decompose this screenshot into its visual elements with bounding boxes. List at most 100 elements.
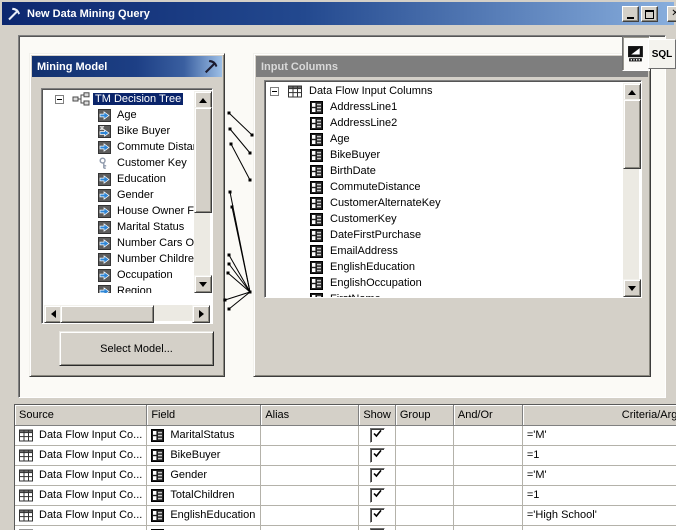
- mining-model-vertical-scrollbar[interactable]: [194, 91, 212, 293]
- criteria-cell[interactable]: [522, 525, 676, 530]
- alias-cell[interactable]: [260, 425, 360, 446]
- alias-cell[interactable]: [260, 485, 360, 506]
- and-or-cell[interactable]: [453, 425, 523, 446]
- mining-model-tree-item[interactable]: Bike Buyer: [44, 123, 196, 139]
- grid-column-header-group[interactable]: Group: [395, 405, 454, 426]
- criteria-cell[interactable]: ='M': [522, 425, 676, 446]
- input-column-item[interactable]: EnglishOccupation: [267, 275, 625, 291]
- input-columns-root-item[interactable]: Data Flow Input Columns: [267, 83, 625, 99]
- expand-toggle[interactable]: [55, 94, 64, 104]
- show-checkbox[interactable]: [369, 447, 385, 463]
- source-cell[interactable]: Data Flow Input Co...: [15, 465, 148, 486]
- input-column-item[interactable]: BirthDate: [267, 163, 625, 179]
- scroll-down-button[interactable]: [623, 279, 641, 297]
- criteria-cell[interactable]: ='High School': [522, 505, 676, 526]
- scroll-right-button[interactable]: [192, 305, 210, 323]
- expand-toggle[interactable]: [270, 86, 279, 96]
- group-cell[interactable]: [395, 505, 454, 526]
- scrollbar-thumb[interactable]: [623, 99, 641, 169]
- input-column-item[interactable]: EnglishEducation: [267, 259, 625, 275]
- scroll-down-button[interactable]: [194, 275, 212, 293]
- input-column-item[interactable]: BikeBuyer: [267, 147, 625, 163]
- group-cell[interactable]: [395, 525, 454, 530]
- mining-model-tree-item[interactable]: Education: [44, 171, 196, 187]
- show-cell[interactable]: [358, 525, 396, 530]
- input-column-item[interactable]: FirstName: [267, 291, 625, 297]
- input-column-item[interactable]: AddressLine1: [267, 99, 625, 115]
- criteria-cell[interactable]: =1: [522, 445, 676, 466]
- alias-cell[interactable]: [260, 505, 360, 526]
- grid-column-header-alias[interactable]: Alias: [260, 405, 360, 426]
- mining-model-tree-item[interactable]: Age: [44, 107, 196, 123]
- input-columns-vertical-scrollbar[interactable]: [623, 83, 641, 297]
- source-cell[interactable]: Data Flow Input Co...: [15, 425, 148, 446]
- minimize-button[interactable]: [622, 6, 639, 22]
- alias-cell[interactable]: [260, 525, 360, 530]
- scrollbar-thumb[interactable]: [194, 107, 212, 213]
- grid-column-header-criteria-argument[interactable]: Criteria/Argument: [522, 405, 676, 426]
- mining-model-tree-item[interactable]: Marital Status: [44, 219, 196, 235]
- mining-model-tree-item[interactable]: Gender: [44, 187, 196, 203]
- show-cell[interactable]: [358, 485, 396, 506]
- grid-column-header-field[interactable]: Field: [146, 405, 262, 426]
- and-or-cell[interactable]: [453, 445, 523, 466]
- field-cell[interactable]: BikeBuyer: [146, 445, 262, 466]
- field-cell[interactable]: TotalChildren: [146, 485, 262, 506]
- alias-cell[interactable]: [260, 445, 360, 466]
- input-column-item[interactable]: CommuteDistance: [267, 179, 625, 195]
- field-cell[interactable]: Gender: [146, 465, 262, 486]
- and-or-cell[interactable]: [453, 505, 523, 526]
- input-column-item[interactable]: AddressLine2: [267, 115, 625, 131]
- mining-model-tree-item[interactable]: House Owner Flag: [44, 203, 196, 219]
- input-column-item[interactable]: Age: [267, 131, 625, 147]
- show-cell[interactable]: [358, 445, 396, 466]
- design-view-button[interactable]: [622, 36, 650, 71]
- scrollbar-thumb[interactable]: [60, 305, 154, 323]
- show-cell[interactable]: [358, 425, 396, 446]
- show-checkbox[interactable]: [369, 467, 385, 483]
- group-cell[interactable]: [395, 465, 454, 486]
- show-checkbox[interactable]: [369, 487, 385, 503]
- grid-column-header-show[interactable]: Show: [358, 405, 396, 426]
- mining-model-tree-item[interactable]: Number Cars Owned: [44, 235, 196, 251]
- group-cell[interactable]: [395, 425, 454, 446]
- mining-model-tree-item[interactable]: Number Children: [44, 251, 196, 267]
- close-button[interactable]: ✕: [667, 6, 676, 22]
- criteria-cell[interactable]: ='M': [522, 465, 676, 486]
- and-or-cell[interactable]: [453, 485, 523, 506]
- mining-model-panel-header[interactable]: Mining Model: [32, 56, 222, 77]
- select-model-button[interactable]: Select Model...: [59, 331, 214, 366]
- source-cell[interactable]: [15, 525, 148, 530]
- source-cell[interactable]: Data Flow Input Co...: [15, 445, 148, 466]
- criteria-cell[interactable]: =1: [522, 485, 676, 506]
- show-checkbox[interactable]: [369, 507, 385, 523]
- source-cell[interactable]: Data Flow Input Co...: [15, 485, 148, 506]
- show-cell[interactable]: [358, 505, 396, 526]
- field-cell[interactable]: MaritalStatus: [146, 425, 262, 446]
- input-column-item[interactable]: EmailAddress: [267, 243, 625, 259]
- source-cell[interactable]: Data Flow Input Co...: [15, 505, 148, 526]
- mining-model-horizontal-scrollbar[interactable]: [44, 305, 210, 323]
- grid-column-header-source[interactable]: Source: [15, 405, 148, 426]
- grid-column-header-and-or[interactable]: And/Or: [453, 405, 523, 426]
- field-cell[interactable]: EnglishEducation: [146, 505, 262, 526]
- show-cell[interactable]: [358, 465, 396, 486]
- group-cell[interactable]: [395, 445, 454, 466]
- mining-model-tree-item[interactable]: Commute Distance: [44, 139, 196, 155]
- field-cell[interactable]: [146, 525, 262, 530]
- mining-model-tree-item[interactable]: Customer Key: [44, 155, 196, 171]
- title-bar[interactable]: New Data Mining Query ✕: [2, 2, 676, 25]
- input-column-item[interactable]: DateFirstPurchase: [267, 227, 625, 243]
- and-or-cell[interactable]: [453, 465, 523, 486]
- input-column-item[interactable]: CustomerAlternateKey: [267, 195, 625, 211]
- mining-model-tree-item[interactable]: Region: [44, 283, 196, 293]
- maximize-button[interactable]: [641, 6, 658, 22]
- mining-model-tree-item[interactable]: Occupation: [44, 267, 196, 283]
- group-cell[interactable]: [395, 485, 454, 506]
- alias-cell[interactable]: [260, 465, 360, 486]
- sql-view-button[interactable]: SQL: [648, 39, 676, 69]
- input-columns-panel-header[interactable]: Input Columns: [256, 56, 648, 77]
- input-column-item[interactable]: CustomerKey: [267, 211, 625, 227]
- show-checkbox[interactable]: [369, 427, 385, 443]
- and-or-cell[interactable]: [453, 525, 523, 530]
